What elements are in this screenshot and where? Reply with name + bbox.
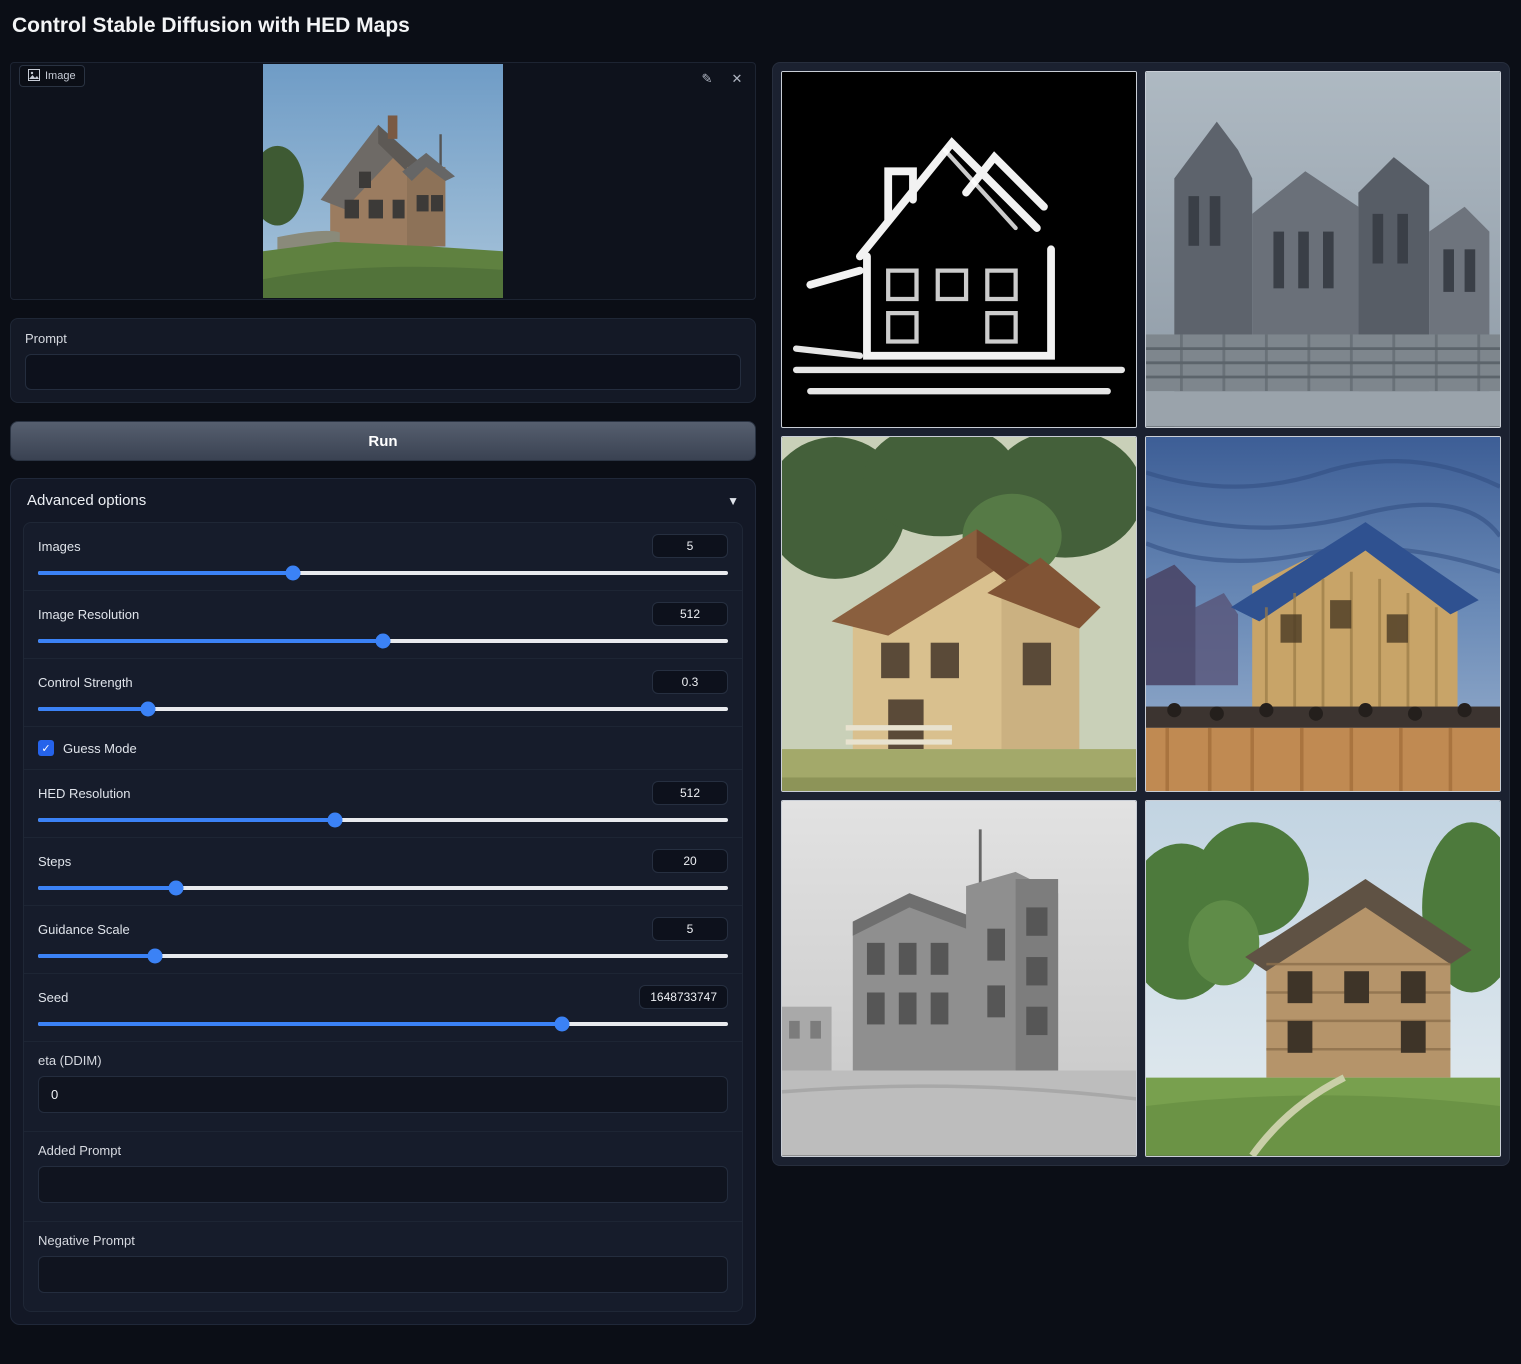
eta-group: eta (DDIM): [24, 1042, 742, 1132]
eta-label: eta (DDIM): [38, 1053, 728, 1068]
slider-group-image-resolution: Image Resolution 512: [24, 591, 742, 659]
advanced-options-header[interactable]: Advanced options ▼: [11, 479, 755, 522]
page-title: Control Stable Diffusion with HED Maps: [12, 14, 410, 38]
slider-track-steps[interactable]: [38, 886, 728, 890]
output-gallery: [772, 62, 1510, 1166]
image-input[interactable]: Image ✎ ✕: [10, 62, 756, 300]
slider-label: Image Resolution: [38, 607, 139, 622]
image-input-label: Image: [45, 70, 76, 82]
slider-group-hed-resolution: HED Resolution 512: [24, 770, 742, 838]
slider-thumb[interactable]: [169, 881, 184, 896]
slider-group-steps: Steps 20: [24, 838, 742, 906]
slider-value-control-strength[interactable]: 0.3: [652, 670, 728, 694]
slider-thumb[interactable]: [555, 1017, 570, 1032]
slider-group-images: Images 5: [24, 523, 742, 591]
slider-value-seed[interactable]: 1648733747: [639, 985, 728, 1009]
eta-input[interactable]: [38, 1076, 728, 1113]
slider-label: Guidance Scale: [38, 922, 130, 937]
image-icon: [28, 69, 40, 84]
gallery-image-grayscale-building[interactable]: [781, 800, 1137, 1157]
clear-image-button[interactable]: ✕: [727, 69, 747, 89]
slider-value-image-resolution[interactable]: 512: [652, 602, 728, 626]
guess-mode-row: ✓ Guess Mode: [24, 727, 742, 770]
slider-track-control-strength[interactable]: [38, 707, 728, 711]
slider-thumb[interactable]: [141, 702, 156, 717]
slider-label: Seed: [38, 990, 68, 1005]
guess-mode-label: Guess Mode: [63, 741, 137, 756]
advanced-options-body: Images 5 Image Resolution 512 Contro: [23, 522, 743, 1312]
slider-group-control-strength: Control Strength 0.3: [24, 659, 742, 727]
gallery-image-cathedral[interactable]: [1145, 71, 1501, 428]
advanced-options-label: Advanced options: [27, 492, 146, 509]
slider-label: Images: [38, 539, 81, 554]
edit-image-button[interactable]: ✎: [697, 69, 717, 89]
added-prompt-group: Added Prompt: [24, 1132, 742, 1222]
gallery-image-stylized-painting[interactable]: [1145, 436, 1501, 793]
run-button[interactable]: Run: [10, 421, 756, 461]
guess-mode-checkbox[interactable]: ✓: [38, 740, 54, 756]
slider-value-hed-resolution[interactable]: 512: [652, 781, 728, 805]
added-prompt-input[interactable]: [38, 1166, 728, 1203]
negative-prompt-label: Negative Prompt: [38, 1233, 728, 1248]
slider-thumb[interactable]: [286, 566, 301, 581]
slider-label: HED Resolution: [38, 786, 131, 801]
image-input-label-tab: Image: [19, 65, 85, 87]
slider-track-images[interactable]: [38, 571, 728, 575]
slider-track-seed[interactable]: [38, 1022, 728, 1026]
slider-value-steps[interactable]: 20: [652, 849, 728, 873]
prompt-label: Prompt: [25, 331, 741, 346]
chevron-down-icon: ▼: [727, 494, 739, 508]
advanced-options: Advanced options ▼ Images 5 Image Resolu…: [10, 478, 756, 1325]
image-actions: ✎ ✕: [697, 69, 747, 89]
slider-label: Steps: [38, 854, 71, 869]
gallery-image-house-lawn[interactable]: [1145, 800, 1501, 1157]
prompt-input[interactable]: [25, 354, 741, 390]
added-prompt-label: Added Prompt: [38, 1143, 728, 1158]
slider-value-guidance-scale[interactable]: 5: [652, 917, 728, 941]
prompt-block: Prompt: [10, 318, 756, 403]
controls-column: Image ✎ ✕: [10, 62, 756, 1325]
negative-prompt-group: Negative Prompt: [24, 1222, 742, 1311]
slider-thumb[interactable]: [327, 813, 342, 828]
slider-track-image-resolution[interactable]: [38, 639, 728, 643]
slider-thumb[interactable]: [376, 634, 391, 649]
slider-thumb[interactable]: [148, 949, 163, 964]
slider-value-images[interactable]: 5: [652, 534, 728, 558]
slider-track-hed-resolution[interactable]: [38, 818, 728, 822]
slider-group-seed: Seed 1648733747: [24, 974, 742, 1042]
slider-track-guidance-scale[interactable]: [38, 954, 728, 958]
negative-prompt-input[interactable]: [38, 1256, 728, 1293]
check-icon: ✓: [41, 742, 50, 755]
uploaded-image: [263, 64, 503, 298]
gallery-image-rustic-house[interactable]: [781, 436, 1137, 793]
gallery-image-hed-map[interactable]: [781, 71, 1137, 428]
slider-label: Control Strength: [38, 675, 133, 690]
slider-group-guidance-scale: Guidance Scale 5: [24, 906, 742, 974]
